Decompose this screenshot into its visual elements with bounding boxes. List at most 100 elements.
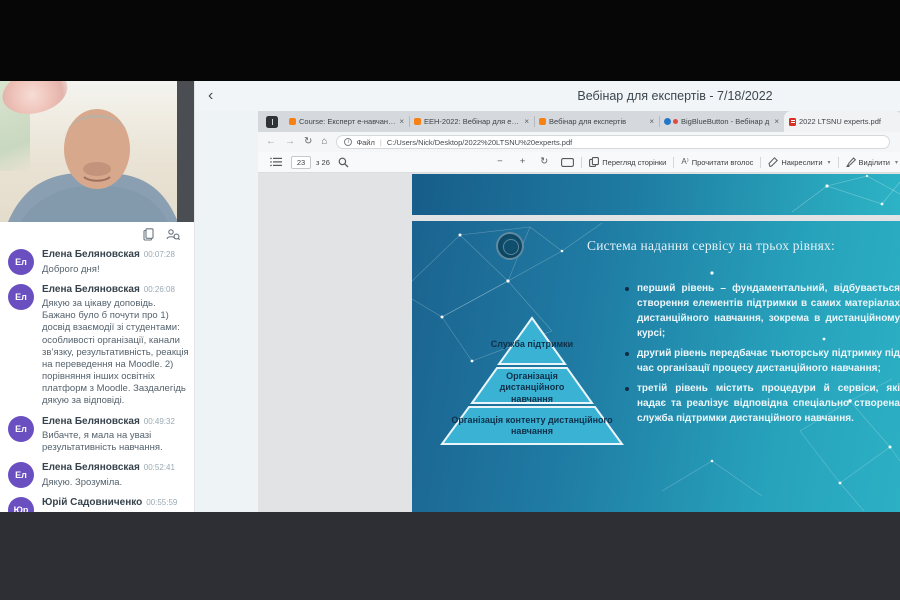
webcam-tile-gutter [177, 81, 194, 222]
chat-author: Елена Беляновская 00:49:32 [42, 415, 175, 427]
avatar: Ел [8, 283, 34, 310]
avatar: Ел [8, 462, 34, 489]
chat-message: Ел Елена Беляновская 00:26:08 Дякую за ці… [8, 283, 190, 408]
avatar: Юр [8, 497, 34, 512]
slide-bullet: другий рівень передбачає тьюторську підт… [623, 346, 900, 376]
tab-een-2022[interactable]: ЕЕН-2022: Вебінар для експер × [409, 111, 534, 132]
current-slide: Система надання сервісу на трьох рівнях:… [412, 221, 900, 512]
previous-slide-edge [412, 174, 900, 215]
sidebar-panel: Ел Елена Беляновская 00:07:28 Доброго дня… [0, 81, 195, 512]
close-icon[interactable]: × [774, 117, 779, 126]
presentation-panel: ‹ Вебінар для експертів - 7/18/2022 Cour… [195, 81, 900, 512]
public-chat-list[interactable]: Ел Елена Беляновская 00:07:28 Доброго дня… [0, 246, 194, 512]
copy-notes-icon[interactable] [143, 227, 154, 241]
chat-timestamp: 00:52:41 [143, 463, 175, 473]
page-info-icon[interactable]: i [344, 138, 353, 146]
playback-header: ‹ Вебінар для експертів - 7/18/2022 [195, 81, 900, 111]
chat-text: Дякую за цікаву доповідь. Бажано було б … [42, 298, 189, 407]
browser-address-bar: ← → ↻ ⌂ i Файл | C:/Users/Nick/Desktop/2… [258, 132, 900, 152]
content-stage: Ел Елена Беляновская 00:07:28 Доброго дня… [0, 81, 900, 512]
chat-timestamp: 00:07:28 [143, 250, 175, 259]
speaker-silhouette [8, 109, 178, 222]
chat-message: Ел Елена Беляновская 00:49:32 Вибачте, я … [8, 415, 190, 455]
chat-author: Елена Беляновская 00:07:28 [42, 249, 175, 260]
reload-icon[interactable]: ↻ [304, 137, 312, 147]
webcam-video [0, 81, 178, 222]
recording-dot-icon [673, 119, 678, 124]
tab-bigbluebutton[interactable]: BigBlueButton - Вебінар д × [659, 111, 784, 132]
chat-author: Юрій Садовниченко 00:55:59 [42, 497, 178, 509]
slide-bullet: перший рівень – фундаментальний, відбува… [623, 281, 900, 341]
chat-toolbar [0, 222, 194, 246]
browser-window: Course: Експерт е-навчання 20 × ЕЕН-2022… [258, 111, 900, 512]
chat-author: Елена Беляновская 00:52:41 [42, 462, 175, 474]
url-text: C:/Users/Nick/Desktop/2022%20LTSNU%20exp… [386, 137, 573, 147]
draw-button[interactable]: Накреслити ▾ [768, 157, 831, 167]
zoom-out-button[interactable]: − [497, 157, 503, 167]
chat-author: Елена Беляновская 00:26:08 [42, 283, 175, 295]
pdf-toolbar: 23 з 26 − + ↻ Перегляд сторінки A⁾ Прочи… [258, 152, 900, 173]
pdf-favicon [789, 117, 796, 126]
chat-timestamp: 00:55:59 [146, 498, 178, 508]
url-divider: | [379, 137, 382, 147]
url-scheme-label: Файл [356, 137, 375, 147]
tab-course[interactable]: Course: Експерт е-навчання 20 × [284, 111, 409, 132]
chat-message: Юр Юрій Садовниченко00:55:59 Дякую за ці… [8, 497, 190, 512]
webcam-tile [0, 81, 194, 222]
chat-text: Доброго дня! [42, 263, 100, 275]
search-icon[interactable] [338, 157, 349, 168]
chat-message: Ел Елена Беляновская 00:07:28 Доброго дня… [8, 249, 190, 276]
zoom-in-button[interactable]: + [520, 157, 526, 167]
pyramid-level-2-label: Організація дистанційного навчання [499, 371, 565, 404]
recording-title: Вебінар для експертів - 7/18/2022 [577, 89, 773, 103]
back-chevron-icon[interactable]: ‹ [208, 88, 213, 104]
page-view-icon [589, 157, 600, 167]
avatar: Ел [8, 415, 34, 442]
table-of-contents-icon[interactable] [270, 157, 282, 167]
highlighter-icon [845, 157, 856, 167]
rotate-icon[interactable]: ↻ [540, 157, 548, 167]
close-icon[interactable]: × [399, 117, 404, 126]
pen-icon [768, 157, 779, 167]
page-number-input[interactable]: 23 [291, 155, 311, 169]
chat-message: Ел Елена Беляновская 00:52:41 Дякую. Зроз… [8, 462, 190, 489]
bigbluebutton-favicon [664, 118, 671, 125]
close-icon[interactable]: × [649, 117, 654, 126]
slide-title: Система надання сервісу на трьох рівнях: [587, 238, 835, 253]
tab-pdf-active[interactable]: 2022 LTSNU experts.pdf [784, 111, 900, 132]
fit-to-width-icon[interactable] [561, 157, 575, 167]
support-levels-pyramid: Служба підтримки Організація дистанційно… [436, 315, 628, 447]
vertical-tabs-icon[interactable] [266, 116, 278, 128]
tab-webinar[interactable]: Вебінар для експертів × [534, 111, 659, 132]
read-aloud-button[interactable]: A⁾ Прочитати вголос [681, 158, 753, 167]
pyramid-level-1-label: Служба підтримки [490, 339, 574, 349]
moodle-favicon [539, 118, 546, 125]
browser-tab-strip: Course: Експерт е-навчання 20 × ЕЕН-2022… [258, 111, 900, 132]
page-count-label: з 26 [316, 157, 330, 167]
chat-text: Дякую. Зрозуміла. [42, 476, 123, 488]
close-icon[interactable]: × [524, 117, 529, 126]
slide-bullet-list: перший рівень – фундаментальний, відбува… [623, 281, 900, 431]
moodle-favicon [289, 118, 296, 125]
chat-timestamp: 00:26:08 [143, 284, 175, 294]
search-users-icon[interactable] [166, 228, 180, 241]
chat-timestamp: 00:49:32 [143, 416, 175, 426]
university-emblem-logo [496, 232, 524, 260]
nav-forward-icon[interactable]: → [285, 137, 295, 147]
avatar: Ел [8, 249, 34, 275]
highlight-button[interactable]: Виділити ▾ [845, 157, 898, 167]
home-icon[interactable]: ⌂ [321, 137, 327, 147]
recording-player-screen: Ел Елена Беляновская 00:07:28 Доброго дня… [0, 0, 900, 600]
nav-back-icon[interactable]: ← [266, 137, 276, 147]
url-field[interactable]: i Файл | C:/Users/Nick/Desktop/2022%20LT… [336, 135, 890, 149]
page-view-button[interactable]: Перегляд сторінки [589, 157, 666, 167]
letterbox-bottom [0, 512, 900, 600]
slide-bullet: третій рівень містить процедури й сервіс… [623, 381, 900, 426]
read-aloud-icon: A⁾ [681, 157, 689, 166]
moodle-favicon [414, 118, 421, 125]
chat-text: Вибачте, я мала на увазі результативніст… [42, 430, 163, 454]
chevron-down-icon[interactable]: ▾ [828, 159, 831, 166]
pyramid-level-3-label: Організація контенту дистанційного навча… [451, 415, 613, 437]
chevron-down-icon[interactable]: ▾ [895, 159, 898, 166]
pdf-viewport[interactable]: Система надання сервісу на трьох рівнях:… [258, 173, 900, 512]
